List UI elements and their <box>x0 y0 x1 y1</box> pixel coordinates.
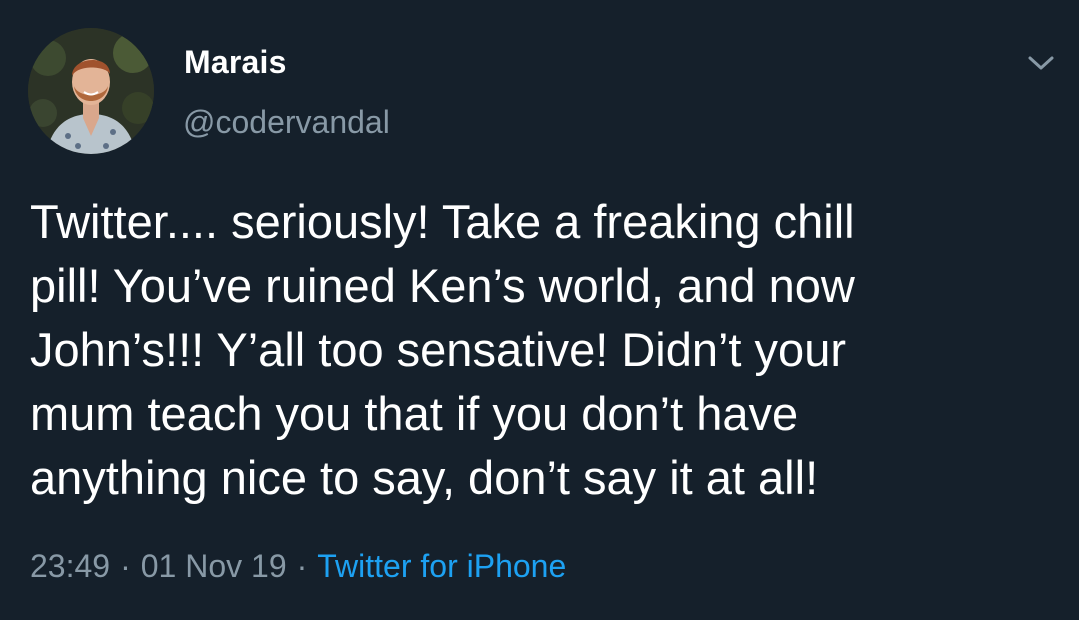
separator: · <box>296 548 308 584</box>
author-display-name[interactable]: Marais <box>184 44 287 81</box>
chevron-down-icon[interactable] <box>1024 48 1058 78</box>
tweet-source-link[interactable]: Twitter for iPhone <box>317 548 566 584</box>
author-handle[interactable]: @codervandal <box>183 104 390 141</box>
tweet-time[interactable]: 23:49 <box>30 548 110 584</box>
tweet-text: Twitter.... seriously! Take a freaking c… <box>30 195 855 504</box>
tweet-meta: 23:49 · 01 Nov 19 · Twitter for iPhone <box>30 548 566 585</box>
tweet-card: Marais @codervandal Twitter.... seriousl… <box>0 0 1079 620</box>
tweet-date[interactable]: 01 Nov 19 <box>141 548 287 584</box>
avatar-image <box>28 28 154 154</box>
avatar[interactable] <box>28 28 154 154</box>
separator: · <box>120 548 131 584</box>
